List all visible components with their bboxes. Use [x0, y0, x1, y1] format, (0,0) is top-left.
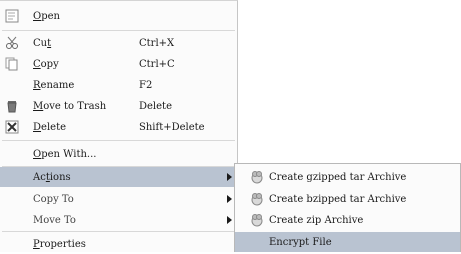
shortcut-text: Delete	[139, 100, 172, 112]
delete-icon	[4, 119, 20, 135]
menu-item-actions[interactable]: Actions	[0, 167, 237, 187]
submenu-item-label: Create gzipped tar Archive	[269, 171, 407, 183]
submenu-item-encrypt-file[interactable]: Encrypt File	[235, 232, 460, 252]
submenu-item-create-zip[interactable]: Create zip Archive	[235, 210, 460, 230]
separator	[2, 140, 235, 141]
submenu-item-create-gzip[interactable]: Create gzipped tar Archive	[235, 167, 460, 187]
menu-item-properties[interactable]: Properties	[0, 234, 237, 254]
submenu-arrow-icon	[227, 216, 232, 224]
context-menu: Open Cut Ctrl+X Copy Ctrl+C Rename F2 Mo…	[0, 0, 238, 252]
menu-item-label: Open With...	[33, 148, 97, 160]
menu-item-open-with[interactable]: Open With...	[0, 144, 237, 164]
menu-item-open[interactable]: Open	[0, 6, 237, 26]
shortcut-text: Ctrl+C	[139, 58, 175, 70]
menu-item-label: Actions	[33, 171, 71, 183]
open-icon	[4, 8, 20, 24]
menu-item-copy-to[interactable]: Copy To	[0, 189, 237, 209]
menu-item-copy[interactable]: Copy Ctrl+C	[0, 54, 237, 74]
menu-item-label: Move To	[33, 214, 76, 226]
trash-icon	[4, 98, 20, 114]
separator	[2, 231, 235, 232]
menu-item-cut[interactable]: Cut Ctrl+X	[0, 33, 237, 53]
archive-icon	[249, 191, 265, 207]
submenu-arrow-icon	[227, 173, 232, 181]
menu-item-label: Copy To	[33, 193, 74, 205]
menu-item-label: Open	[33, 10, 60, 22]
submenu-item-label: Encrypt File	[269, 236, 332, 248]
submenu-item-label: Create zip Archive	[269, 214, 364, 226]
shortcut-text: Shift+Delete	[139, 121, 205, 133]
menu-item-label: Move to Trash	[33, 100, 107, 112]
submenu-arrow-icon	[227, 195, 232, 203]
separator	[2, 30, 235, 31]
archive-icon	[249, 212, 265, 228]
menu-item-move-to-trash[interactable]: Move to Trash Delete	[0, 96, 237, 116]
shortcut-text: F2	[139, 79, 153, 91]
shortcut-text: Ctrl+X	[139, 37, 175, 49]
menu-item-rename[interactable]: Rename F2	[0, 75, 237, 95]
submenu-item-label: Create bzipped tar Archive	[269, 193, 407, 205]
actions-submenu: Create gzipped tar Archive Create bzippe…	[234, 163, 461, 252]
archive-icon	[249, 169, 265, 185]
menu-item-label: Properties	[33, 238, 86, 250]
menu-item-label: Cut	[33, 37, 52, 49]
menu-item-label: Copy	[33, 58, 59, 70]
copy-icon	[4, 56, 20, 72]
scissors-icon	[4, 35, 20, 51]
submenu-item-create-bzip[interactable]: Create bzipped tar Archive	[235, 189, 460, 209]
menu-item-label: Delete	[33, 121, 67, 133]
menu-item-delete[interactable]: Delete Shift+Delete	[0, 117, 237, 137]
menu-item-label: Rename	[33, 79, 75, 91]
menu-item-move-to[interactable]: Move To	[0, 210, 237, 230]
